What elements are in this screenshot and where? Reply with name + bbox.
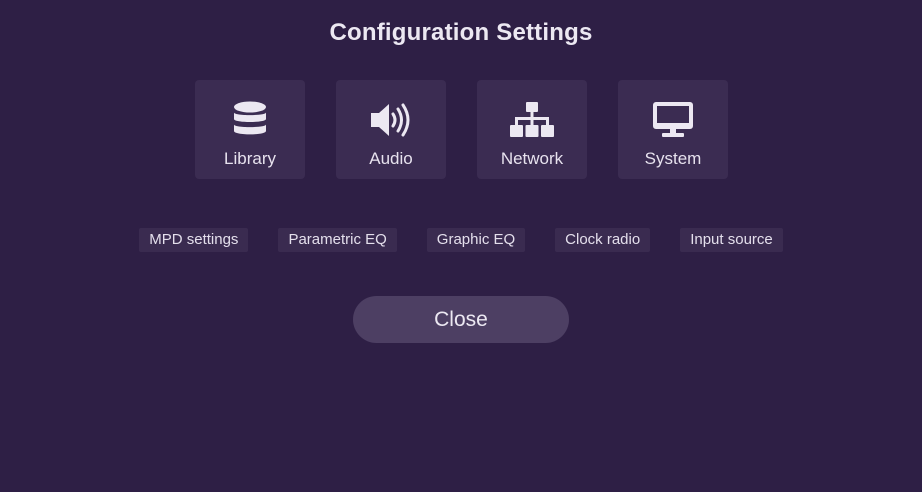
tile-network-label: Network bbox=[500, 149, 564, 168]
speaker-icon bbox=[369, 100, 413, 140]
link-mpd-settings[interactable]: MPD settings bbox=[139, 228, 249, 252]
configuration-settings-dialog: Configuration Settings Library Audio Net… bbox=[0, 0, 922, 492]
link-parametric-eq[interactable]: Parametric EQ bbox=[278, 228, 397, 252]
link-clock-radio[interactable]: Clock radio bbox=[555, 228, 651, 252]
settings-links: MPD settings Parametric EQ Graphic EQ Cl… bbox=[0, 228, 922, 252]
tile-audio[interactable]: Audio bbox=[336, 80, 446, 179]
close-button[interactable]: Close bbox=[353, 296, 569, 343]
tile-library[interactable]: Library bbox=[195, 80, 305, 179]
tile-network[interactable]: Network bbox=[477, 80, 587, 179]
settings-tiles: Library Audio Network System bbox=[195, 80, 728, 179]
tile-system[interactable]: System bbox=[618, 80, 728, 179]
link-input-source[interactable]: Input source bbox=[680, 228, 783, 252]
database-icon bbox=[228, 100, 272, 140]
link-graphic-eq[interactable]: Graphic EQ bbox=[426, 228, 526, 252]
desktop-icon bbox=[651, 100, 695, 140]
tile-library-label: Library bbox=[224, 149, 276, 168]
tile-audio-label: Audio bbox=[369, 149, 413, 168]
tile-system-label: System bbox=[644, 149, 702, 168]
dialog-title: Configuration Settings bbox=[329, 19, 593, 46]
sitemap-icon bbox=[510, 100, 554, 140]
